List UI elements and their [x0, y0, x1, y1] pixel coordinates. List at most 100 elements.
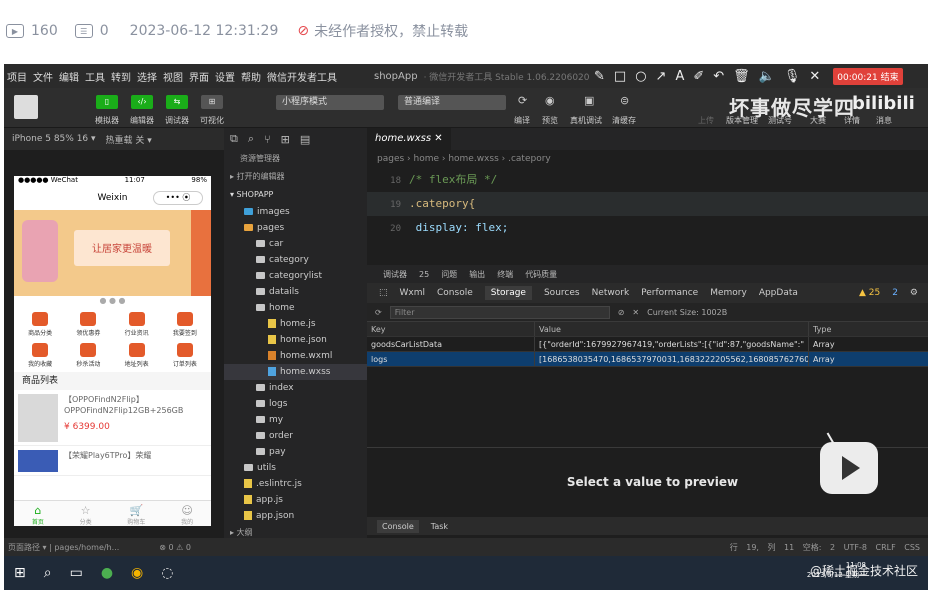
devtools-tab-sources[interactable]: Sources — [544, 288, 580, 298]
menu-item[interactable]: 视图 — [160, 69, 186, 84]
category-item[interactable]: 领优惠券 — [64, 312, 112, 337]
editor-toggle-button[interactable]: ‹/› — [131, 95, 153, 109]
category-item[interactable]: 商品分类 — [16, 312, 64, 337]
git-icon[interactable]: ⑂ — [264, 133, 271, 146]
visual-toggle-button[interactable]: ⊞ — [201, 95, 223, 109]
refresh-icon[interactable]: ⟳ — [375, 308, 382, 317]
tree-item[interactable]: images — [224, 204, 367, 220]
mic-icon[interactable]: 🎙 — [784, 69, 801, 84]
tree-item[interactable]: home.js — [224, 316, 367, 332]
tree-item[interactable]: datails — [224, 284, 367, 300]
settings-icon[interactable]: ⚙ — [910, 288, 928, 298]
devtools-tab-console[interactable]: Console — [437, 288, 473, 298]
console-tab[interactable]: Console — [377, 519, 419, 533]
delete-icon[interactable]: 🗑 — [733, 69, 750, 84]
tree-item[interactable]: category — [224, 252, 367, 268]
tree-item[interactable]: my — [224, 412, 367, 428]
rectangle-icon[interactable]: □ — [614, 69, 626, 84]
simulator-toggle-button[interactable]: ▯ — [96, 95, 118, 109]
remote-debug-icon[interactable]: ▣ — [584, 94, 594, 107]
menu-item[interactable]: 编辑 — [56, 69, 82, 84]
storage-row[interactable]: logs [1686538035470,1686537970031,1683222… — [367, 352, 928, 367]
chrome-icon[interactable]: ◉ — [131, 565, 143, 581]
debugger-tab[interactable]: 终端 — [497, 269, 513, 280]
category-item[interactable]: 秒杀活动 — [64, 343, 112, 368]
tree-item[interactable]: app.js — [224, 492, 367, 508]
preview-icon[interactable]: ◉ — [545, 94, 555, 107]
page-path[interactable]: 页面路径 ▾ | pages/home/h... — [8, 542, 119, 553]
open-editors[interactable]: ▸ 打开的编辑器 — [224, 168, 367, 186]
device-select[interactable]: iPhone 5 85% 16 ▾ — [12, 134, 96, 144]
code-lines[interactable]: 18 /* flex布局 */ 19 .catepory{20 display: fl… — [367, 168, 928, 240]
compile-select[interactable]: 普通编译 — [398, 95, 506, 110]
debugger-tab[interactable]: 问题 — [441, 269, 457, 280]
undo-icon[interactable]: ↶ — [713, 69, 724, 84]
tree-item[interactable]: home — [224, 300, 367, 316]
search-icon[interactable]: ⌕ — [248, 132, 254, 146]
circle-icon[interactable]: ○ — [635, 69, 646, 84]
debugger-tab[interactable]: 输出 — [469, 269, 485, 280]
debugger-toggle-button[interactable]: ⇆ — [166, 95, 188, 109]
avatar[interactable] — [14, 95, 38, 119]
files-icon[interactable]: ⧉ — [230, 132, 238, 146]
tab-0[interactable]: ⌂ 首页 — [32, 501, 44, 526]
tree-item[interactable]: home.wxml — [224, 348, 367, 364]
tree-item[interactable]: logs — [224, 396, 367, 412]
menu-item[interactable]: 帮助 — [238, 69, 264, 84]
devtools-tab-wxml[interactable]: Wxml — [400, 288, 426, 298]
clear-cache-icon[interactable]: ⊜ — [620, 94, 629, 107]
mode-select[interactable]: 小程序模式 — [276, 95, 384, 110]
product-item[interactable]: 【荣耀Play6TPro】荣耀 — [14, 446, 211, 476]
menu-item[interactable]: 文件 — [30, 69, 56, 84]
devtools-tab-performance[interactable]: Performance — [641, 288, 698, 298]
extensions-icon[interactable]: ⊞ — [281, 133, 290, 146]
tab-home-wxss[interactable]: home.wxss ✕ — [367, 128, 451, 150]
tab-1[interactable]: ☆ 分类 — [80, 501, 92, 526]
menu-item[interactable]: 转到 — [108, 69, 134, 84]
hot-reload-select[interactable]: 热重载 关 ▾ — [106, 133, 152, 146]
project-root[interactable]: ▾ SHOPAPP — [224, 186, 367, 204]
tree-item[interactable]: car — [224, 236, 367, 252]
tree-item[interactable]: pages — [224, 220, 367, 236]
debugger-tab[interactable]: 代码质量 — [525, 269, 557, 280]
category-item[interactable]: 我要签到 — [161, 312, 209, 337]
arrow-icon[interactable]: ↗ — [656, 69, 667, 84]
menu-item[interactable]: 微信开发者工具 — [264, 69, 340, 84]
code-line[interactable]: 18 /* flex布局 */ — [367, 168, 928, 192]
storage-row[interactable]: goodsCarListData [{"orderId":167992796741… — [367, 337, 928, 352]
category-item[interactable]: 地址列表 — [113, 343, 161, 368]
product-item[interactable]: 【OPPOFindN2Flip】 OPPOFindN2Flip12GB+256G… — [14, 390, 211, 446]
category-item[interactable]: 我的收藏 — [16, 343, 64, 368]
filter-input[interactable]: Filter — [389, 305, 610, 319]
capsule-button[interactable]: ••• ⦿ — [153, 191, 203, 205]
debugger-tab[interactable]: 调试器 — [383, 269, 407, 280]
layout-icon[interactable]: ▤ — [300, 133, 310, 146]
console-tab[interactable]: Task — [431, 522, 448, 531]
menu-item[interactable]: 工具 — [82, 69, 108, 84]
code-line[interactable]: 19 .catepory{ — [367, 192, 928, 216]
menu-item[interactable]: 设置 — [212, 69, 238, 84]
clear-icon[interactable]: ⊘ — [618, 308, 625, 317]
devtools-tab-network[interactable]: Network — [592, 288, 630, 298]
devtools-tab-storage[interactable]: Storage — [484, 286, 532, 300]
pen-icon[interactable]: ✎ — [594, 69, 605, 84]
tree-item[interactable]: home.json — [224, 332, 367, 348]
devtools-tab-memory[interactable]: Memory — [710, 288, 747, 298]
windows-start-icon[interactable]: ⊞ — [14, 565, 26, 581]
task-view-icon[interactable]: ▭ — [70, 565, 83, 581]
tree-item[interactable]: utils — [224, 460, 367, 476]
wechat-icon[interactable]: ● — [101, 565, 113, 581]
tree-item[interactable]: pay — [224, 444, 367, 460]
tree-item[interactable]: index — [224, 380, 367, 396]
menu-item[interactable]: 项目 — [4, 69, 30, 84]
tab-3[interactable]: ☺ 我的 — [181, 501, 193, 526]
banner-carousel[interactable]: 让居家更温暖 — [14, 210, 211, 296]
tab-2[interactable]: 🛒 购物车 — [127, 501, 145, 526]
tree-item[interactable]: home.wxss — [224, 364, 367, 380]
tree-item[interactable]: order — [224, 428, 367, 444]
debugger-tab[interactable]: 25 — [419, 270, 429, 279]
menu-item[interactable]: 界面 — [186, 69, 212, 84]
marker-icon[interactable]: ✐ — [693, 69, 704, 84]
delete-icon[interactable]: ✕ — [632, 308, 639, 317]
compile-icon[interactable]: ⟳ — [518, 94, 527, 107]
